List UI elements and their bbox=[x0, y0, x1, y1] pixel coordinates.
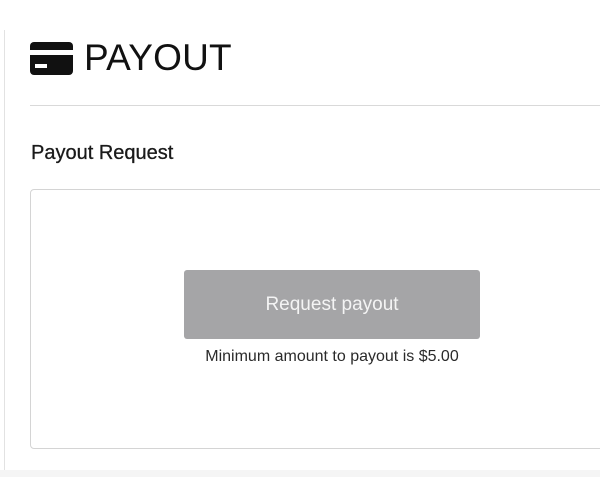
bottom-band bbox=[0, 470, 600, 477]
section-title: Payout Request bbox=[31, 142, 174, 164]
page-header: PAYOUT bbox=[30, 36, 232, 80]
payout-page: PAYOUT Payout Request Request payout Min… bbox=[0, 0, 600, 477]
minimum-amount-note: Minimum amount to payout is $5.00 bbox=[205, 348, 459, 365]
header-divider bbox=[30, 105, 600, 106]
payout-request-panel: Request payout Minimum amount to payout … bbox=[30, 189, 600, 449]
request-payout-button[interactable]: Request payout bbox=[184, 270, 480, 339]
credit-card-icon bbox=[30, 41, 73, 75]
page-title: PAYOUT bbox=[84, 37, 232, 78]
left-border bbox=[4, 30, 5, 477]
